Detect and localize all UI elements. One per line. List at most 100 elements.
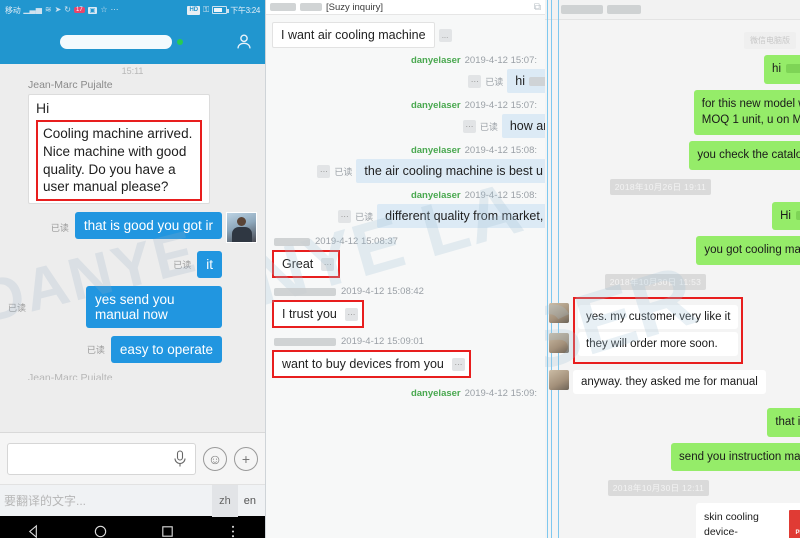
right-panel-header: [545, 0, 800, 20]
microphone-icon[interactable]: [173, 449, 187, 468]
highlighted-incoming-bubbles[interactable]: yes. my customer very like it they will …: [573, 297, 744, 365]
lang-from-zh[interactable]: zh: [212, 484, 238, 517]
file-card-row[interactable]: skin cooling device-instruction ... 523.…: [561, 503, 800, 538]
incoming-row[interactable]: want to buy devices from you ⋯: [272, 350, 537, 378]
outgoing-message-row[interactable]: 已读 yes send you manual now: [8, 286, 222, 329]
message-options-icon[interactable]: ⋯: [462, 119, 476, 133]
message-options-icon[interactable]: ⋯: [344, 307, 358, 321]
outgoing-row[interactable]: hi: [561, 55, 800, 84]
incoming-bubble[interactable]: Great: [278, 254, 318, 274]
message-options-icon[interactable]: ⋯: [468, 74, 482, 88]
recents-square-icon[interactable]: [160, 524, 175, 538]
sender-name-redacted: [274, 287, 336, 296]
overflow-menu-icon[interactable]: [227, 524, 239, 538]
outgoing-bubble[interactable]: you got cooling machin: [696, 236, 800, 266]
outgoing-bubble[interactable]: that is go: [767, 408, 800, 437]
expand-window-icon[interactable]: ⧉: [534, 2, 541, 13]
outgoing-row[interactable]: ⋯ 已读 the air cooling machine is best u: [272, 159, 545, 183]
incoming-bubble[interactable]: I trust you: [278, 304, 341, 324]
outgoing-bubble[interactable]: it: [197, 251, 222, 279]
message-input-bar: ☺ +: [0, 432, 265, 484]
outgoing-bubble[interactable]: hi: [507, 69, 545, 93]
outgoing-row[interactable]: you check the catalogue for: [561, 141, 800, 170]
outgoing-bubble[interactable]: how are yo: [501, 114, 545, 138]
status-bar-left-icons: 移动 ▁▃▅ ≋ ➤ ↻ 17 ▣ ☆ ⋯: [5, 5, 184, 16]
outgoing-row[interactable]: Hi: [561, 201, 800, 231]
highlighted-incoming-bubble[interactable]: I trust you ⋯: [272, 300, 364, 328]
incoming-bubble[interactable]: I want air cooling machine: [272, 22, 435, 48]
avatar[interactable]: [549, 303, 569, 324]
outgoing-bubble[interactable]: that is good you got ir: [74, 212, 222, 240]
pdf-file-icon: PDF: [789, 510, 800, 538]
incoming-message-bubble[interactable]: Hi Cooling machine arrived. Nice machine…: [28, 94, 210, 205]
plus-icon[interactable]: +: [234, 446, 258, 471]
smiley-icon[interactable]: ☺: [203, 446, 227, 471]
timestamp: 2019-4-12 15:09:01: [341, 336, 424, 347]
incoming-bubble[interactable]: they will order more soon.: [578, 332, 739, 357]
timestamp-row: 2018年10月30日 11:53: [545, 272, 800, 291]
incoming-row[interactable]: I trust you ⋯: [272, 300, 537, 328]
outgoing-row[interactable]: ⋯ 已读 how are yo: [272, 114, 545, 138]
outgoing-bubble[interactable]: the air cooling machine is best u: [356, 159, 545, 183]
message-options-icon[interactable]: ⋯: [317, 164, 331, 178]
message-meta: danyelaser 2019-4-12 15:08:: [272, 145, 537, 156]
translate-input[interactable]: 要翻译的文字...: [0, 492, 212, 509]
outgoing-row[interactable]: ⋯ 已读 hi: [272, 69, 545, 93]
outgoing-row[interactable]: that is go: [561, 408, 800, 437]
person-icon[interactable]: [233, 31, 255, 53]
mid-panel-header: [Suzy inquiry] ⧉: [266, 0, 545, 15]
highlighted-incoming-bubble[interactable]: Great ⋯: [272, 250, 341, 278]
home-circle-icon[interactable]: [93, 524, 108, 538]
message-options-icon[interactable]: ⋯: [321, 257, 335, 271]
mobile-status-bar: 移动 ▁▃▅ ≋ ➤ ↻ 17 ▣ ☆ ⋯ HD ⚿ 下午3:24: [0, 0, 265, 20]
avatar[interactable]: [226, 212, 257, 244]
header-name-redacted-2: [300, 3, 322, 11]
mid-message-list[interactable]: NYE LA I want air cooling machine ... da…: [266, 15, 545, 538]
incoming-row[interactable]: anyway. they asked me for manual: [549, 370, 800, 395]
message-options-icon[interactable]: ...: [438, 28, 452, 42]
outgoing-bubble[interactable]: yes send you manual now: [86, 286, 222, 329]
message-options-icon[interactable]: ⋯: [451, 357, 465, 371]
outgoing-bubble[interactable]: Hi: [772, 201, 800, 231]
lang-to-en[interactable]: en: [238, 495, 265, 507]
outgoing-row[interactable]: you got cooling machin: [561, 236, 800, 266]
outgoing-message-row[interactable]: 已读 easy to operate: [8, 336, 222, 364]
screenshot-stage: 移动 ▁▃▅ ≋ ➤ ↻ 17 ▣ ☆ ⋯ HD ⚿ 下午3:24 DANYE …: [0, 0, 800, 538]
outgoing-bubble[interactable]: different quality from market, trust m: [377, 204, 545, 228]
file-attachment-card[interactable]: skin cooling device-instruction ... 523.…: [696, 503, 800, 538]
outgoing-bubble[interactable]: you check the catalogue for: [689, 141, 800, 170]
left-message-list[interactable]: DANYE 15:11 Jean-Marc Pujalte Hi Cooling…: [0, 64, 265, 432]
outgoing-row[interactable]: send you instruction manual l: [561, 442, 800, 472]
back-triangle-icon[interactable]: [26, 524, 41, 538]
header-name-redacted: [561, 5, 603, 14]
incoming-row[interactable]: I want air cooling machine ...: [272, 22, 537, 48]
outgoing-bubble[interactable]: hi: [764, 55, 800, 84]
highlighted-incoming-group[interactable]: yes. my customer very like it they will …: [549, 297, 800, 365]
battery-icon: [212, 6, 230, 14]
outgoing-row[interactable]: ⋯ 已读 different quality from market, trus…: [272, 204, 545, 228]
outgoing-message-row[interactable]: 已读 it: [8, 251, 222, 279]
read-receipt-label: 已读: [485, 76, 504, 87]
file-name: skin cooling device-instruction ...: [704, 511, 759, 538]
mobile-nav-bar: [0, 20, 265, 64]
message-meta: 2019-4-12 15:08:37: [274, 236, 537, 247]
message-input-field[interactable]: [7, 442, 196, 475]
right-message-list[interactable]: SER 微信电脑版 hi for this new model we sell:…: [545, 20, 800, 538]
outgoing-bubble[interactable]: for this new model we sell: u MOQ 1 unit…: [693, 89, 800, 136]
avatar[interactable]: [549, 370, 569, 391]
incoming-bubble[interactable]: want to buy devices from you: [278, 354, 448, 374]
incoming-bubble[interactable]: anyway. they asked me for manual: [573, 370, 766, 395]
message-options-icon[interactable]: ⋯: [338, 209, 352, 223]
outgoing-bubble[interactable]: send you instruction manual l: [671, 442, 800, 472]
outgoing-bubble[interactable]: easy to operate: [110, 336, 222, 364]
outgoing-row[interactable]: for this new model we sell: u MOQ 1 unit…: [561, 89, 800, 136]
avatar[interactable]: [549, 333, 569, 354]
incoming-row[interactable]: Great ⋯: [272, 250, 537, 278]
sender-name: danyelaser: [410, 145, 461, 156]
highlighted-incoming-bubble[interactable]: want to buy devices from you ⋯: [272, 350, 471, 378]
sender-name: danyelaser: [410, 388, 461, 399]
incoming-bubble[interactable]: yes. my customer very like it: [578, 305, 739, 330]
outgoing-message-row[interactable]: 已读 that is good you got ir: [8, 212, 257, 244]
read-receipt-label: 已读: [479, 121, 498, 132]
language-toggle[interactable]: zh en: [212, 484, 265, 517]
